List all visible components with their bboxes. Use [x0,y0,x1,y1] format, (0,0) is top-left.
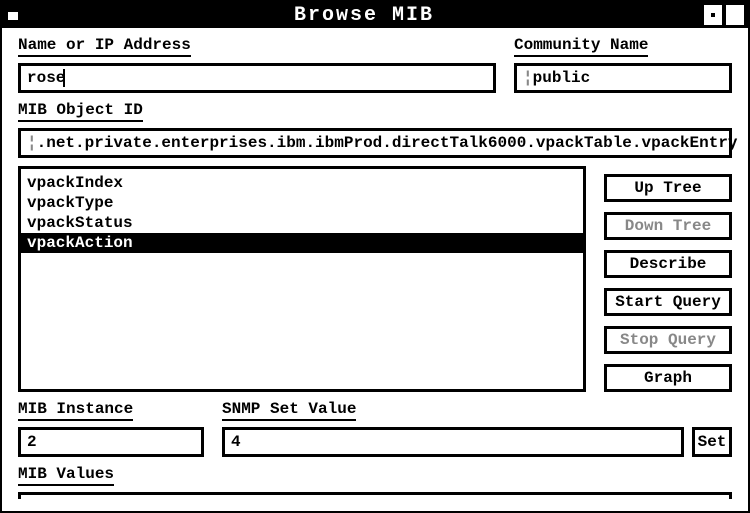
titlebar: Browse MIB [2,2,748,28]
community-input[interactable]: ¦public [514,63,732,93]
set-value-input[interactable]: 4 [222,427,684,457]
community-label: Community Name [514,36,648,57]
down-tree-button: Down Tree [604,212,732,240]
mib-values-label: MIB Values [18,465,114,486]
describe-button[interactable]: Describe [604,250,732,278]
text-cursor [63,69,65,87]
name-ip-input[interactable]: rose [18,63,496,93]
set-button[interactable]: Set [692,427,732,457]
instance-label: MIB Instance [18,400,133,421]
object-list[interactable]: vpackIndex vpackType vpackStatus vpackAc… [18,166,586,392]
maximize-button[interactable] [726,5,744,25]
minimize-button[interactable] [704,5,722,25]
list-item[interactable]: vpackAction [21,233,583,253]
system-menu-button[interactable] [2,2,24,28]
list-item[interactable]: vpackStatus [21,213,583,233]
browse-mib-window: Browse MIB Name or IP Address rose Commu… [0,0,750,513]
window-content: Name or IP Address rose Community Name ¦… [2,28,748,499]
up-tree-button[interactable]: Up Tree [604,174,732,202]
graph-button[interactable]: Graph [604,364,732,392]
window-title: Browse MIB [24,4,704,27]
start-query-button[interactable]: Start Query [604,288,732,316]
set-value-label: SNMP Set Value [222,400,356,421]
name-ip-label: Name or IP Address [18,36,191,57]
instance-input[interactable]: 2 [18,427,204,457]
object-id-label: MIB Object ID [18,101,143,122]
list-item[interactable]: vpackType [21,193,583,213]
object-id-input[interactable]: ¦.net.private.enterprises.ibm.ibmProd.di… [18,128,732,158]
stop-query-button: Stop Query [604,326,732,354]
mib-values-area[interactable] [18,492,732,499]
list-item[interactable]: vpackIndex [21,173,583,193]
